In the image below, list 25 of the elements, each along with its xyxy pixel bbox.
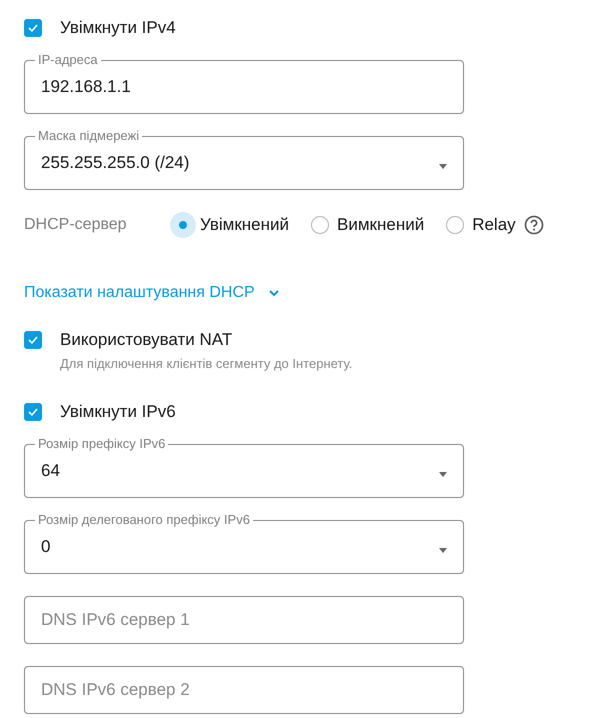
select-field[interactable]: Маска підмережі 255.255.255.0 (/24) (24, 129, 464, 190)
field-label: Розмір префіксу IPv6 (37, 437, 166, 451)
radio-button[interactable] (446, 216, 464, 234)
checkbox-label: Увімкнути IPv4 (60, 18, 176, 38)
check-icon (27, 23, 39, 33)
checkbox-label: Використовувати NAT (60, 330, 232, 350)
check-icon (27, 407, 39, 417)
field-label: Маска підмережі (37, 129, 140, 143)
check-icon (27, 335, 39, 345)
field-label: Розмір делегованого префіксу IPv6 (37, 513, 251, 527)
chevron-icon[interactable] (268, 290, 279, 296)
checkbox-label: Увімкнути IPv6 (60, 402, 176, 422)
radio-group-label: DHCP-сервер (24, 216, 128, 234)
select-field[interactable]: Розмір делегованого префіксу IPv6 0 (24, 513, 464, 574)
help-icon[interactable] (524, 215, 544, 235)
hint-text: Для підключення клієнтів сегменту до Інтернету. (60, 356, 354, 371)
checkbox[interactable] (24, 19, 42, 37)
input-field[interactable]: IP-адреса 192.168.1.1 (24, 53, 464, 114)
radio-button[interactable] (311, 216, 330, 234)
checkbox[interactable] (24, 403, 42, 421)
radio-option[interactable]: Вимкнений (311, 212, 424, 238)
radio-option[interactable]: Relay (446, 212, 516, 238)
select-field[interactable]: Розмір префіксу IPv6 64 (24, 437, 464, 498)
field-label: IP-адреса (37, 53, 99, 67)
checkbox[interactable] (24, 331, 42, 349)
